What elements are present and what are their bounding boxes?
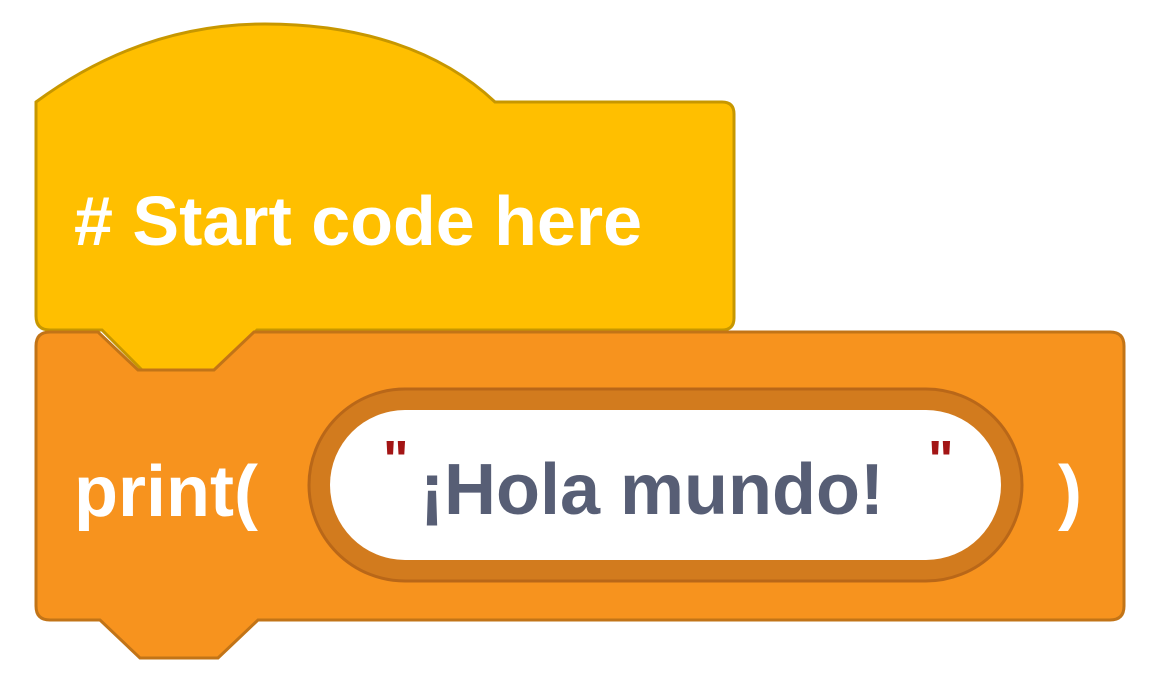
print-close-label: ) — [1058, 452, 1082, 532]
string-input-slot[interactable]: " ¡Hola mundo! " — [307, 387, 1024, 583]
hat-block-label: # Start code here — [74, 182, 642, 260]
open-quote-mark: " — [383, 430, 409, 490]
print-open-label: print( — [74, 452, 258, 532]
print-statement-block[interactable]: print( " ¡Hola mundo! " ) — [34, 330, 1126, 660]
start-code-hat-block[interactable]: # Start code here — [34, 22, 736, 372]
string-value-text: ¡Hola mundo! — [420, 450, 884, 530]
code-workspace: # Start code here print( " ¡Hola mundo! … — [34, 22, 1126, 660]
close-quote-mark: " — [928, 430, 954, 490]
